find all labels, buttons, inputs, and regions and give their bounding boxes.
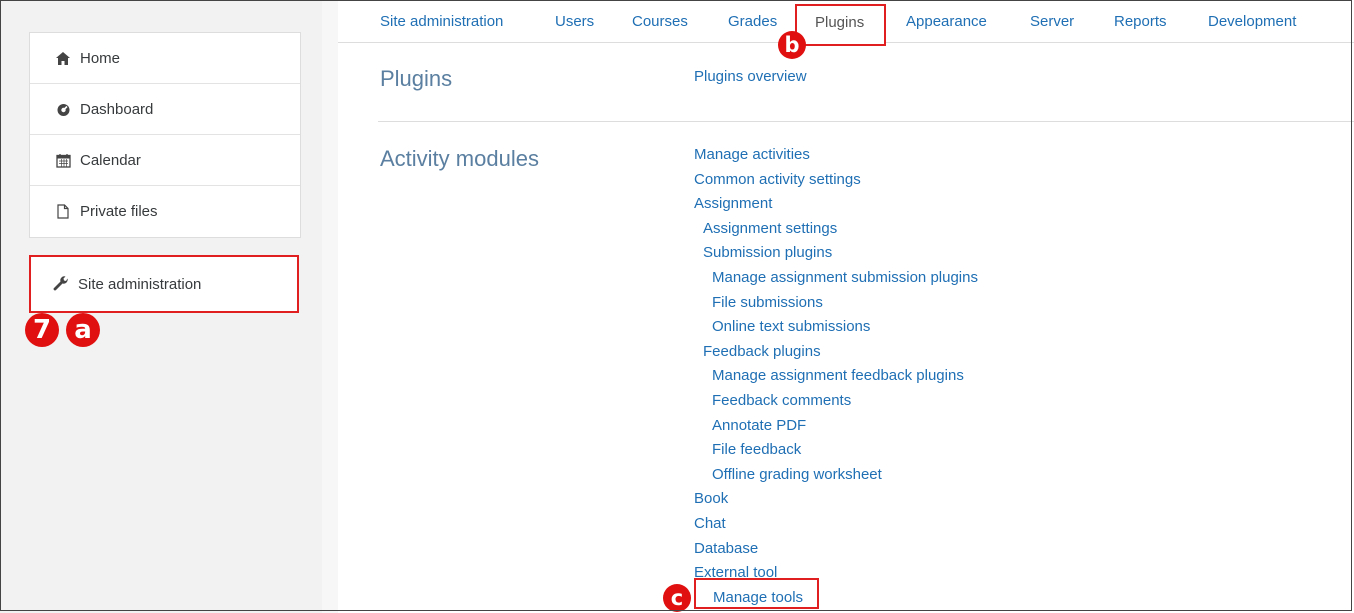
tab-appearance[interactable]: Appearance xyxy=(906,13,987,30)
tab-server[interactable]: Server xyxy=(1030,13,1074,30)
link-feedback-comments[interactable]: Feedback comments xyxy=(712,392,851,409)
nav-item-site-administration[interactable]: Site administration xyxy=(29,255,299,313)
link-annotate-pdf[interactable]: Annotate PDF xyxy=(712,417,806,434)
link-online-text-submissions[interactable]: Online text submissions xyxy=(712,318,870,335)
link-manage-activities[interactable]: Manage activities xyxy=(694,146,810,163)
section-divider xyxy=(378,121,1354,122)
calendar-icon xyxy=(55,152,71,168)
nav-item-calendar[interactable]: Calendar xyxy=(30,135,300,186)
link-feedback-plugins[interactable]: Feedback plugins xyxy=(703,343,821,360)
tab-users[interactable]: Users xyxy=(555,13,594,30)
nav-item-label: Site administration xyxy=(78,275,202,293)
main-content: Site administration Users Courses Grades… xyxy=(338,0,1354,613)
link-chat[interactable]: Chat xyxy=(694,515,726,532)
admin-tab-bar: Site administration Users Courses Grades… xyxy=(338,0,1354,46)
section-title-plugins: Plugins xyxy=(380,66,453,91)
section-title-activity-modules: Activity modules xyxy=(380,146,539,171)
nav-item-dashboard[interactable]: Dashboard xyxy=(30,84,300,135)
tab-grades[interactable]: Grades xyxy=(728,13,777,30)
home-icon xyxy=(55,50,71,66)
link-assignment[interactable]: Assignment xyxy=(694,195,772,212)
link-manage-assignment-feedback-plugins[interactable]: Manage assignment feedback plugins xyxy=(712,367,964,384)
nav-item-home[interactable]: Home xyxy=(30,33,300,84)
tab-reports[interactable]: Reports xyxy=(1114,13,1167,30)
nav-item-label: Calendar xyxy=(80,151,141,169)
nav-item-private-files[interactable]: Private files xyxy=(30,186,300,237)
link-offline-grading-worksheet[interactable]: Offline grading worksheet xyxy=(712,466,882,483)
link-file-feedback[interactable]: File feedback xyxy=(712,441,801,458)
link-manage-assignment-submission-plugins[interactable]: Manage assignment submission plugins xyxy=(712,269,978,286)
link-manage-tools[interactable]: Manage tools xyxy=(713,589,803,606)
left-sidebar: Home Dashboard Calendar Private files Si… xyxy=(0,0,322,613)
tab-courses[interactable]: Courses xyxy=(632,13,688,30)
wrench-icon xyxy=(53,275,71,293)
link-submission-plugins[interactable]: Submission plugins xyxy=(703,244,832,261)
link-database[interactable]: Database xyxy=(694,540,758,557)
link-assignment-settings[interactable]: Assignment settings xyxy=(703,220,837,237)
dashboard-icon xyxy=(55,101,71,117)
nav-item-label: Private files xyxy=(80,203,158,220)
nav-item-label: Home xyxy=(80,49,121,67)
marker-b-badge: b xyxy=(778,31,806,59)
link-book[interactable]: Book xyxy=(694,490,728,507)
nav-drawer: Home Dashboard Calendar Private files xyxy=(29,32,301,238)
nav-item-label: Dashboard xyxy=(80,100,154,118)
marker-a-badge: a xyxy=(66,313,100,347)
link-common-activity-settings[interactable]: Common activity settings xyxy=(694,171,861,188)
link-plugins-overview[interactable]: Plugins overview xyxy=(694,68,807,85)
file-icon xyxy=(55,204,71,220)
tab-site-administration[interactable]: Site administration xyxy=(380,13,503,30)
link-file-submissions[interactable]: File submissions xyxy=(712,294,823,311)
tab-plugins-label: Plugins xyxy=(815,14,865,31)
step-number-badge: 7 xyxy=(25,313,59,347)
marker-c-badge: c xyxy=(663,584,691,612)
tab-development[interactable]: Development xyxy=(1208,13,1296,30)
tab-plugins[interactable]: Plugins xyxy=(795,4,886,46)
